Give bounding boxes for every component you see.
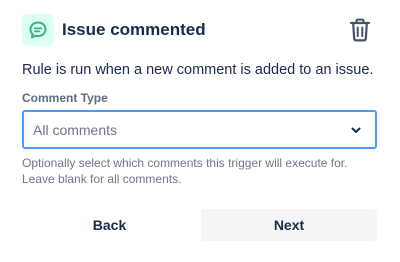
trigger-description: Rule is run when a new comment is added … — [22, 62, 374, 78]
comment-icon — [22, 14, 54, 46]
comment-type-select[interactable]: All comments — [22, 110, 377, 149]
help-line: Leave blank for all comments. — [22, 172, 182, 186]
next-button[interactable]: Next — [201, 209, 377, 241]
comment-type-label: Comment Type — [22, 91, 108, 105]
comment-type-value: All comments — [33, 121, 118, 138]
trigger-title: Issue commented — [62, 20, 206, 39]
trash-icon — [349, 18, 371, 42]
delete-button[interactable] — [344, 14, 376, 46]
comment-type-help-text: Optionally select which comments this tr… — [22, 155, 382, 187]
chevron-down-icon — [351, 127, 361, 133]
back-button[interactable]: Back — [22, 209, 197, 241]
trigger-header: Issue commented — [22, 14, 378, 46]
trigger-config-panel: Issue commented Rule is run when a new c… — [0, 0, 400, 262]
help-line: Optionally select which comments this tr… — [22, 156, 348, 170]
